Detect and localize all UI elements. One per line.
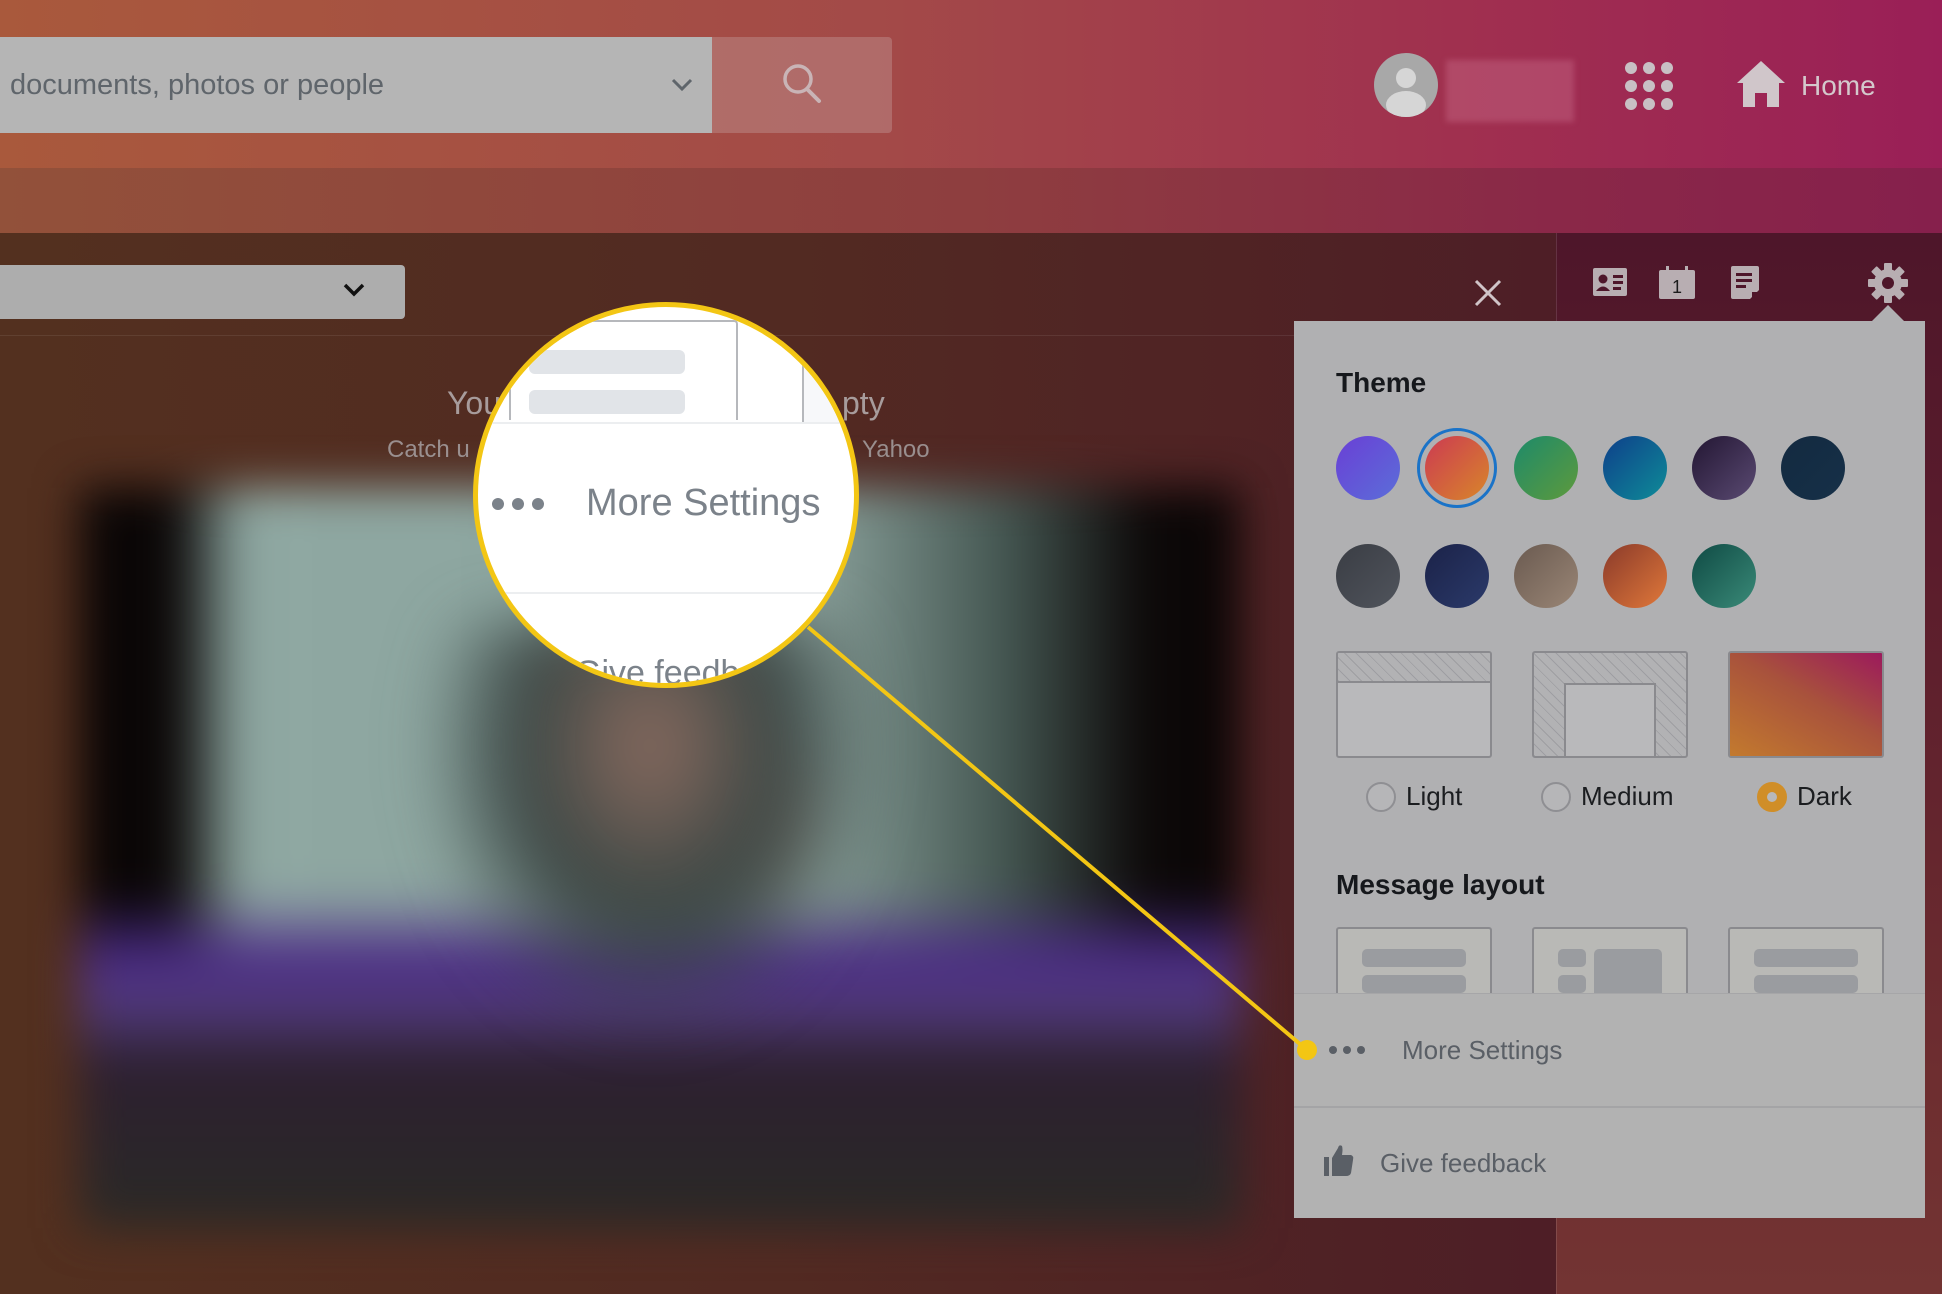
message-layout-heading: Message layout (1336, 869, 1545, 900)
theme-swatch-navy[interactable] (1781, 436, 1845, 500)
theme-swatch-plum[interactable] (1692, 436, 1756, 500)
give-feedback-label: Give feedback (1380, 1148, 1547, 1178)
layout-option-list[interactable] (1336, 927, 1492, 997)
search-placeholder: documents, photos or people (10, 68, 385, 101)
gear-icon[interactable] (1867, 262, 1909, 304)
search-input[interactable]: documents, photos or people (0, 37, 712, 133)
radio-dark[interactable]: Dark (1757, 781, 1852, 812)
magnified-divider (478, 422, 854, 424)
chevron-down-icon (343, 283, 365, 302)
radio-light-button[interactable] (1366, 781, 1396, 812)
folder-dropdown[interactable] (0, 265, 405, 319)
magnified-feedback-label: Give feedb (575, 654, 740, 688)
home-link[interactable]: Home (1735, 58, 1876, 114)
theme-heading: Theme (1336, 367, 1427, 398)
magnified-bar (529, 390, 685, 414)
radio-medium[interactable]: Medium (1541, 781, 1673, 812)
home-icon (1735, 59, 1787, 114)
magnifier-callout: More Settings Give feedb (473, 302, 859, 688)
theme-swatch-green[interactable] (1514, 436, 1578, 500)
magnified-bar (529, 350, 685, 374)
magnified-layout-thumb (802, 362, 854, 422)
search-icon (781, 62, 823, 109)
layout-option-compact[interactable] (1728, 927, 1884, 997)
radio-dark-label: Dark (1797, 781, 1852, 811)
calendar-icon[interactable]: 1 (1658, 266, 1695, 302)
layout-option-split[interactable] (1532, 927, 1688, 997)
radio-dark-button[interactable] (1757, 781, 1787, 812)
apps-grid-icon[interactable] (1625, 62, 1673, 110)
calendar-day: 1 (1672, 277, 1682, 297)
search-button[interactable] (712, 37, 892, 133)
give-feedback-link[interactable]: Give feedback (1294, 1108, 1925, 1219)
theme-swatch-ocean[interactable] (1603, 436, 1667, 500)
empty-state-subtitle-fragment: Yahoo (862, 436, 930, 463)
theme-swatch-desert-sunset[interactable] (1603, 544, 1667, 608)
close-icon[interactable] (1470, 275, 1506, 311)
contacts-card-icon[interactable] (1592, 266, 1628, 302)
chevron-down-icon[interactable] (652, 78, 712, 92)
thumbs-up-icon (1324, 1144, 1354, 1183)
more-dots-icon (1328, 1045, 1366, 1055)
panel-footer: More Settings Give feedback (1294, 993, 1925, 1218)
theme-swatch-mountains[interactable] (1425, 544, 1489, 608)
theme-swatch-lake[interactable] (1692, 544, 1756, 608)
magnified-divider (478, 592, 854, 594)
settings-panel: Theme Light Medium Dark Message layout M… (1294, 321, 1925, 1218)
more-dots-icon (492, 498, 544, 510)
magnified-more-settings-label: More Settings (586, 482, 821, 524)
medium-mode-preview[interactable] (1532, 651, 1688, 758)
radio-light[interactable]: Light (1366, 781, 1462, 812)
radio-light-label: Light (1406, 781, 1463, 811)
more-settings-label: More Settings (1402, 1034, 1563, 1065)
dark-mode-preview[interactable] (1728, 651, 1884, 758)
radio-medium-button[interactable] (1541, 781, 1571, 812)
user-avatar-icon[interactable] (1374, 53, 1438, 117)
light-mode-preview[interactable] (1336, 651, 1492, 758)
notepad-icon[interactable] (1730, 266, 1766, 302)
theme-swatch-slate[interactable] (1336, 544, 1400, 608)
theme-swatch-purple[interactable] (1336, 436, 1400, 500)
radio-medium-label: Medium (1581, 781, 1674, 811)
username-redacted[interactable] (1446, 60, 1574, 122)
home-label: Home (1801, 70, 1876, 101)
more-settings-link[interactable]: More Settings (1294, 994, 1925, 1106)
theme-swatch-camper-van[interactable] (1514, 544, 1578, 608)
theme-swatch-sunset[interactable] (1417, 428, 1497, 508)
empty-state-subtitle-fragment: Catch u (387, 436, 470, 463)
sub-header-bar (0, 168, 1942, 233)
